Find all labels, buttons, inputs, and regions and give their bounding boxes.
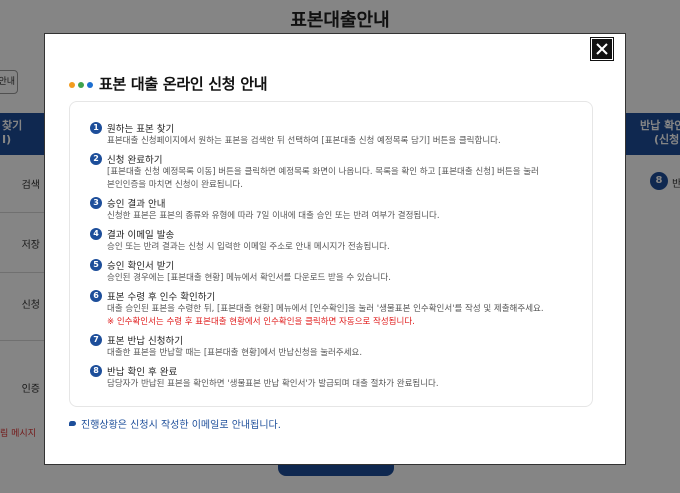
- step-description: 승인 또는 반려 결과는 신청 시 입력한 이메일 주소로 안내 메시지가 전송…: [107, 242, 390, 252]
- dots-icon: [69, 81, 93, 88]
- step-number-badge: 4: [90, 227, 102, 240]
- step-description: 신청한 표본은 표본의 종류와 유형에 따라 7일 이내에 대출 승인 또는 반…: [107, 211, 440, 221]
- step-title: 표본 수령 후 인수 확인하기: [107, 291, 216, 303]
- step-description: 대출 승인된 표본을 수령한 뒤, [표본대출 현황] 메뉴에서 [인수확인]을…: [107, 304, 544, 314]
- step-item: 8 반납 확인 후 완료 담당자가 반납된 표본을 확인하면 '생물표본 반납 …: [90, 363, 592, 391]
- step-description-cont: 본인인증을 마치면 신청이 완료됩니다.: [107, 180, 243, 190]
- step-description: 대출한 표본을 반납할 때는 [표본대출 현황]에서 반납신청을 눌러주세요.: [107, 348, 363, 358]
- step-item: 6 표본 수령 후 인수 확인하기 대출 승인된 표본을 수령한 뒤, [표본대…: [90, 288, 592, 329]
- step-warning-note: ※ 인수확인서는 수령 후 표본대출 현황에서 인수확인을 클릭하면 자동으로 …: [107, 317, 415, 327]
- step-description: 담당자가 반납된 표본을 확인하면 '생물표본 반납 확인서'가 발급되며 대출…: [107, 379, 439, 389]
- step-item: 1 원하는 표본 찾기 표본대출 신청페이지에서 원하는 표본을 검색한 뒤 선…: [90, 120, 592, 148]
- footer-text: 진행상황은 신청시 작성한 이메일로 안내됩니다.: [81, 420, 281, 431]
- speech-bubble-icon: [69, 421, 76, 426]
- step-title: 표본 반납 신청하기: [107, 335, 183, 347]
- step-description: [표본대출 신청 예정목록 이동] 버튼을 클릭하면 예정목록 화면이 나옵니다…: [107, 167, 539, 177]
- step-title: 승인 확인서 받기: [107, 260, 175, 272]
- step-description: 승인된 경우에는 [표본대출 현황] 메뉴에서 확인서를 다운로드 받을 수 있…: [107, 273, 391, 283]
- dot-orange: [69, 81, 75, 88]
- step-number-badge: 3: [90, 196, 102, 209]
- step-item: 2 신청 완료하기 [표본대출 신청 예정목록 이동] 버튼을 클릭하면 예정목…: [90, 151, 592, 192]
- step-title: 승인 결과 안내: [107, 198, 166, 210]
- dot-green: [78, 81, 84, 88]
- footer-notice: 진행상황은 신청시 작성한 이메일로 안내됩니다.: [69, 416, 281, 431]
- guide-modal: 표본 대출 온라인 신청 안내 1 원하는 표본 찾기 표본대출 신청페이지에서…: [44, 33, 626, 465]
- step-number-badge: 1: [90, 121, 102, 134]
- step-number-badge: 7: [90, 333, 102, 346]
- step-number-badge: 2: [90, 152, 102, 165]
- close-button[interactable]: [590, 37, 614, 61]
- step-title: 원하는 표본 찾기: [107, 123, 175, 135]
- modal-header: 표본 대출 온라인 신청 안내: [69, 72, 268, 94]
- step-title: 결과 이메일 발송: [107, 229, 175, 241]
- step-number-badge: 5: [90, 258, 102, 271]
- modal-title: 표본 대출 온라인 신청 안내: [99, 74, 268, 93]
- step-title: 신청 완료하기: [107, 154, 163, 166]
- step-number-badge: 6: [90, 289, 102, 302]
- step-item: 7 표본 반납 신청하기 대출한 표본을 반납할 때는 [표본대출 현황]에서 …: [90, 332, 592, 360]
- dot-blue: [87, 81, 93, 88]
- step-description: 표본대출 신청페이지에서 원하는 표본을 검색한 뒤 선택하여 [표본대출 신청…: [107, 136, 501, 146]
- step-number-badge: 8: [90, 364, 102, 377]
- step-item: 4 결과 이메일 발송 승인 또는 반려 결과는 신청 시 입력한 이메일 주소…: [90, 226, 592, 254]
- steps-list: 1 원하는 표본 찾기 표본대출 신청페이지에서 원하는 표본을 검색한 뒤 선…: [69, 101, 593, 407]
- step-title: 반납 확인 후 완료: [107, 366, 178, 378]
- close-icon: [596, 43, 608, 55]
- step-item: 5 승인 확인서 받기 승인된 경우에는 [표본대출 현황] 메뉴에서 확인서를…: [90, 257, 592, 285]
- step-item: 3 승인 결과 안내 신청한 표본은 표본의 종류와 유형에 따라 7일 이내에…: [90, 195, 592, 223]
